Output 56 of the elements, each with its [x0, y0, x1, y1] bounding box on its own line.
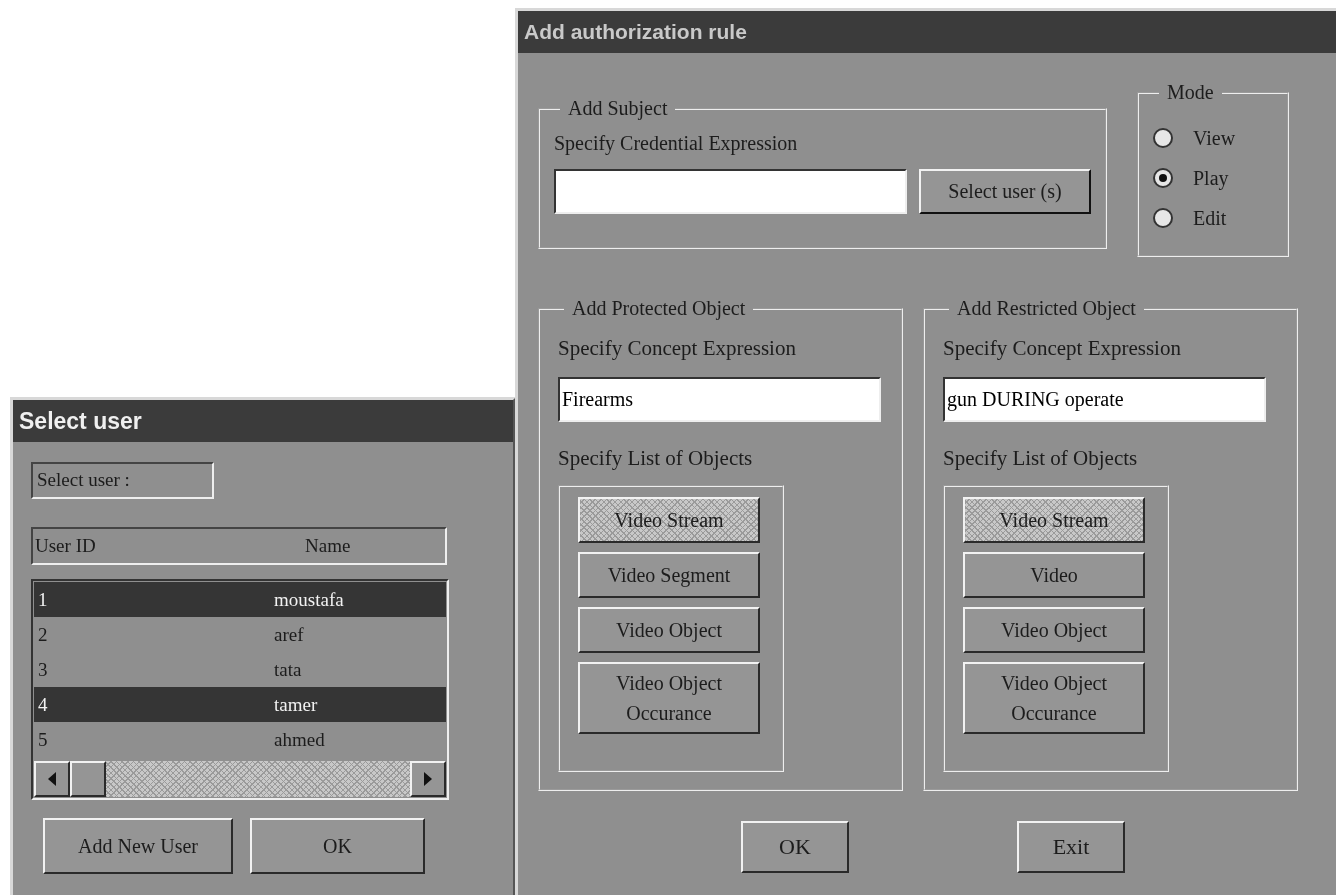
user-name: tata	[274, 658, 303, 681]
user-id: 2	[38, 623, 49, 646]
object-button[interactable]: Video Stream	[963, 497, 1145, 543]
group-label: Add Protected Object	[571, 297, 747, 320]
user-id: 1	[38, 588, 49, 611]
left-arrow-icon	[48, 772, 56, 786]
radio-button[interactable]	[1153, 168, 1173, 188]
user-id: 4	[38, 693, 49, 716]
object-button[interactable]: Video Stream	[578, 497, 760, 543]
user-row[interactable]: 4 tamer	[34, 687, 446, 722]
field-label: Specify List of Objects	[558, 446, 754, 471]
object-button[interactable]: Video Segment	[578, 552, 760, 598]
field-label: Specify List of Objects	[943, 446, 1139, 471]
user-name: tamer	[274, 693, 319, 716]
radio-label: View	[1193, 126, 1236, 150]
object-button[interactable]: Video Object	[963, 607, 1145, 653]
window-title: Select user	[19, 407, 142, 435]
field-label: Specify Concept Expression	[558, 336, 797, 361]
object-button[interactable]: Video Object	[578, 607, 760, 653]
radio-label: Edit	[1193, 206, 1227, 230]
group-label: Add Subject	[567, 97, 669, 120]
object-button[interactable]: Video	[963, 552, 1145, 598]
concept-field[interactable]: Firearms	[558, 377, 881, 422]
object-button[interactable]: Video Object Occurance	[578, 662, 760, 734]
select-users-button[interactable]: Select user (s)	[919, 169, 1091, 214]
radio-button[interactable]	[1153, 208, 1173, 228]
user-row[interactable]: 2 aref	[34, 617, 446, 652]
user-row[interactable]: 1 moustafa	[34, 582, 446, 617]
add-user-button[interactable]: Add New User	[43, 818, 233, 874]
ok-button[interactable]: OK	[741, 821, 849, 873]
exit-button[interactable]: Exit	[1017, 821, 1125, 873]
object-button[interactable]: Video Object Occurance	[963, 662, 1145, 734]
window-title: Add authorization rule	[524, 20, 747, 44]
user-id: 3	[38, 658, 49, 681]
user-row[interactable]: 3 tata	[34, 652, 446, 687]
user-id: 5	[38, 728, 49, 751]
user-row[interactable]: 5 ahmed	[34, 722, 446, 757]
concept-field[interactable]: gun DURING operate	[943, 377, 1266, 422]
user-name: aref	[274, 623, 305, 646]
scroll-right-button[interactable]	[410, 761, 446, 797]
user-name: ahmed	[274, 728, 326, 751]
group-label: Add Restricted Object	[956, 297, 1137, 320]
scrollbar-thumb[interactable]	[70, 761, 106, 797]
column-header[interactable]: Name	[265, 535, 445, 557]
group-label: Mode	[1166, 81, 1215, 104]
select-user-label: Select user :	[31, 462, 214, 499]
ok-button[interactable]: OK	[250, 818, 425, 874]
radio-label: Play	[1193, 166, 1229, 190]
radio-button[interactable]	[1153, 128, 1173, 148]
credential-field[interactable]	[554, 169, 907, 214]
field-label: Specify Credential Expression	[554, 132, 799, 155]
column-header[interactable]: User ID	[35, 535, 265, 557]
field-label: Specify Concept Expression	[943, 336, 1182, 361]
scroll-left-button[interactable]	[34, 761, 70, 797]
right-arrow-icon	[424, 772, 432, 786]
user-name: moustafa	[274, 588, 345, 611]
